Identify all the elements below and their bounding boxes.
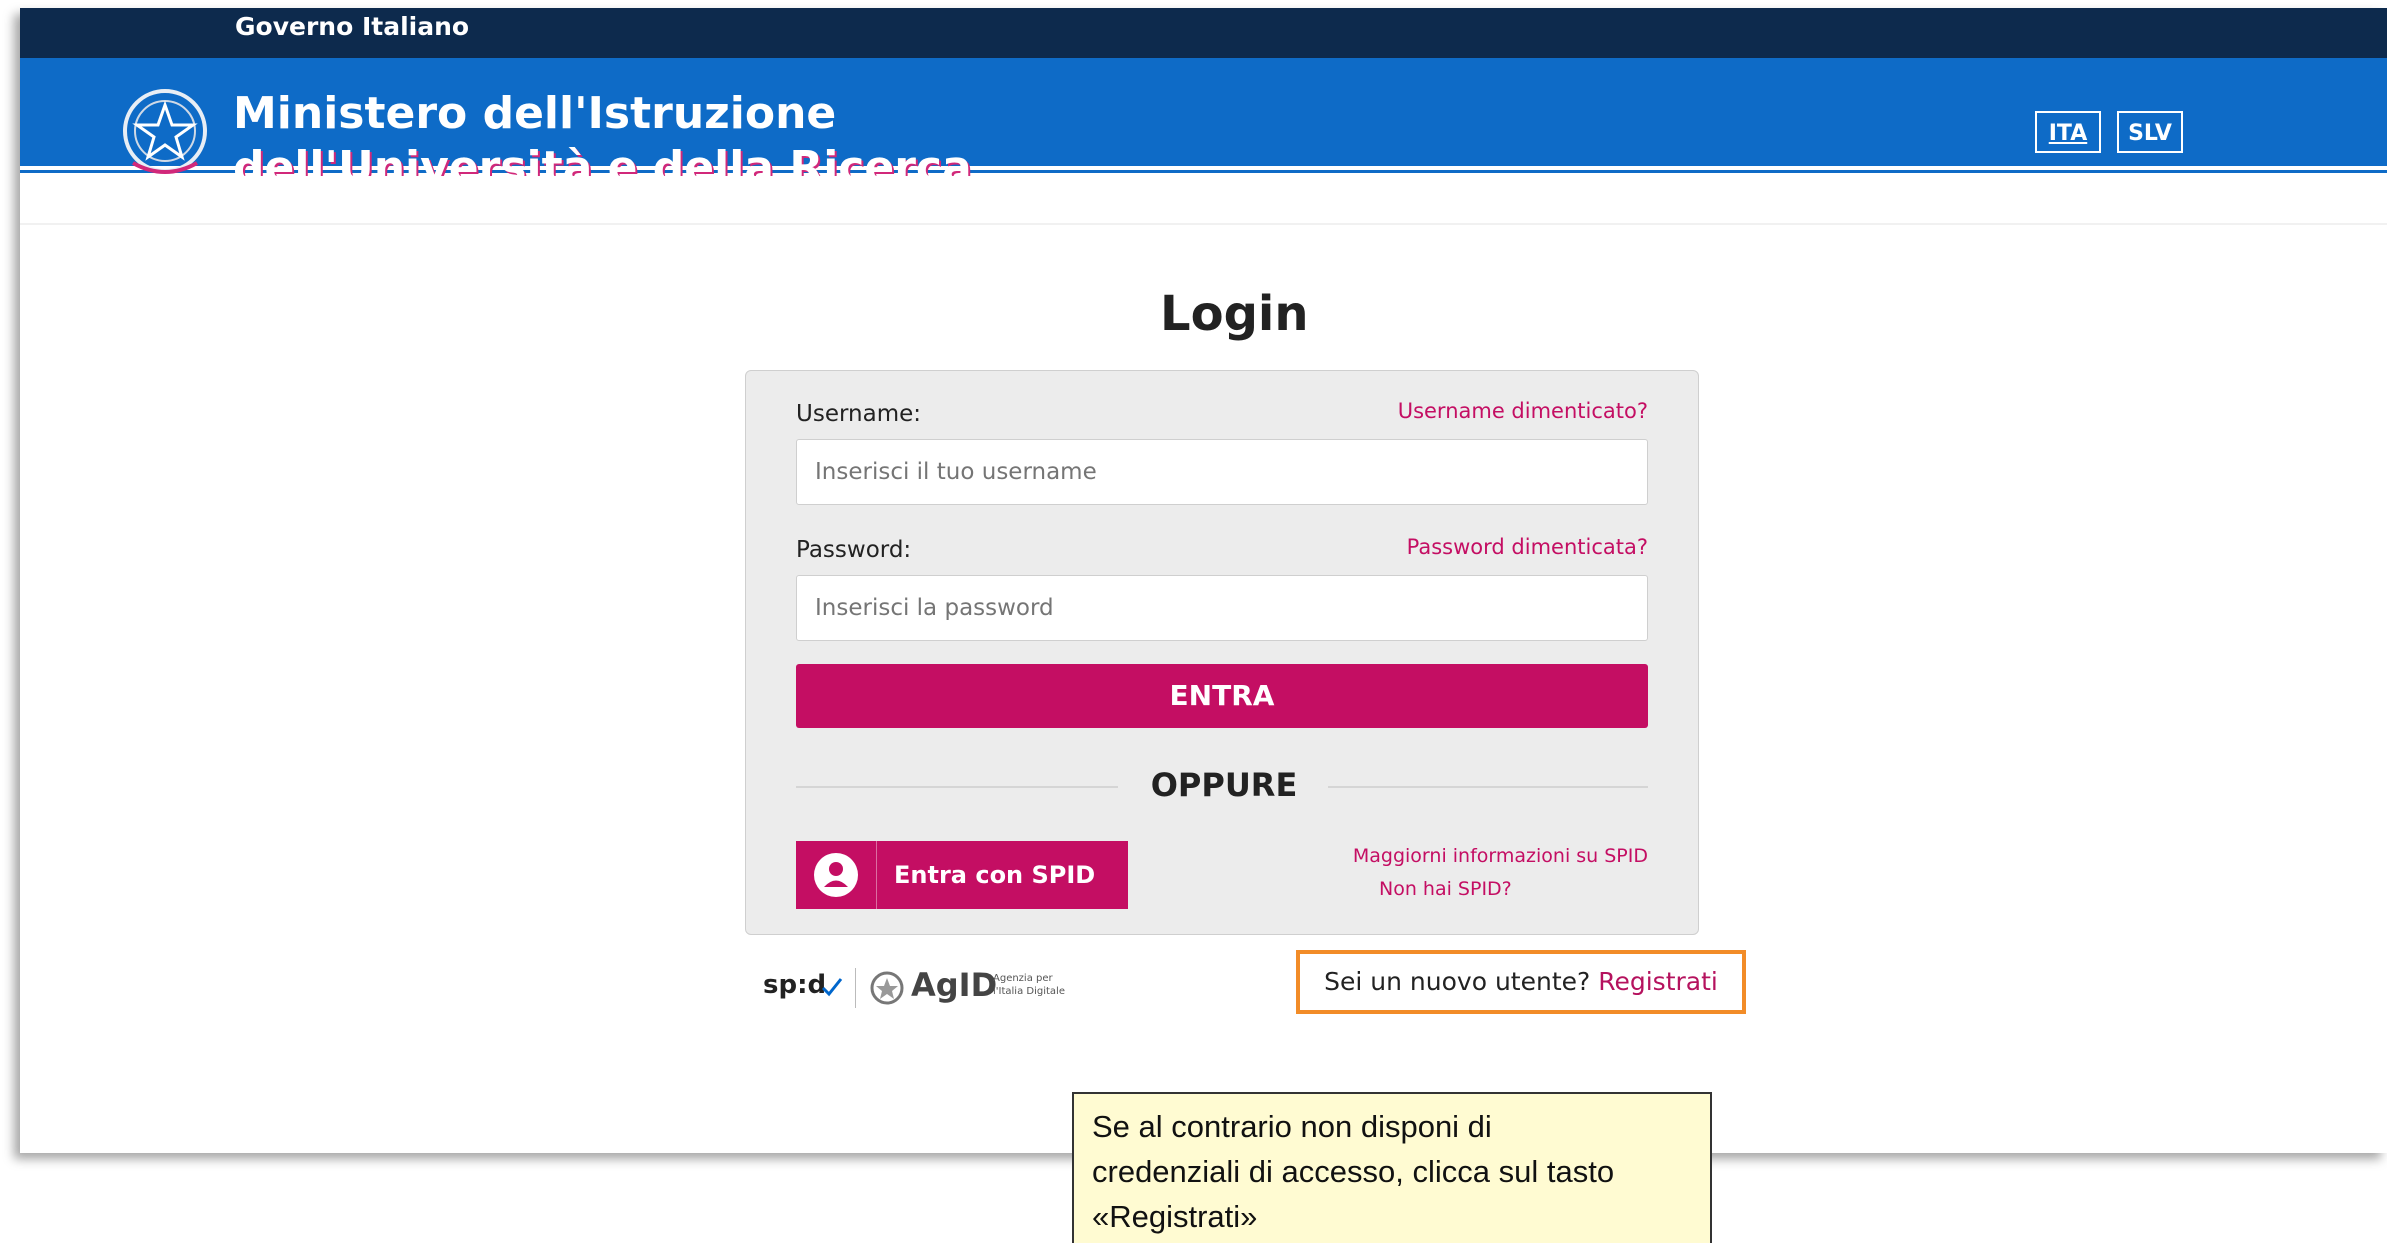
government-label[interactable]: Governo Italiano — [235, 12, 469, 41]
instruction-tooltip: Se al contrario non disponi di credenzia… — [1072, 1092, 1712, 1243]
language-ita-button[interactable]: ITA — [2035, 111, 2101, 153]
or-divider-left — [796, 786, 1118, 788]
register-link[interactable]: Registrati — [1598, 967, 1718, 996]
password-forgot-link[interactable]: Password dimenticata? — [1407, 535, 1648, 559]
user-icon — [814, 853, 858, 897]
header-bottom-border — [20, 223, 2387, 225]
page-title: Login — [1160, 286, 1309, 342]
government-bar: Governo Italiano — [20, 8, 2387, 58]
logo-divider — [855, 968, 856, 1008]
ministry-title[interactable]: Ministero dell'Istruzione — [233, 88, 836, 139]
username-forgot-link[interactable]: Username dimenticato? — [1398, 399, 1648, 423]
spid-login-button[interactable]: Entra con SPID — [796, 841, 1128, 909]
or-separator-label: OPPURE — [1150, 766, 1298, 804]
spid-logo: sp:d — [763, 970, 827, 1000]
register-prompt: Sei un nuovo utente? — [1324, 967, 1591, 996]
username-label: Username: — [796, 401, 921, 427]
agid-logo: AgID — [911, 966, 998, 1004]
spid-check-icon — [821, 978, 843, 997]
tooltip-line-2: credenziali di accesso, clicca sul tasto — [1092, 1154, 1615, 1189]
spid-icon-container — [796, 841, 877, 909]
no-spid-link[interactable]: Non hai SPID? — [1379, 878, 1512, 900]
login-panel: Username: Username dimenticato? Password… — [745, 370, 1699, 935]
username-input[interactable] — [796, 439, 1648, 505]
password-input[interactable] — [796, 575, 1648, 641]
language-slv-button[interactable]: SLV — [2117, 111, 2183, 153]
or-divider-right — [1328, 786, 1648, 788]
agid-subtitle-2: l'Italia Digitale — [993, 986, 1065, 997]
register-callout: Sei un nuovo utente? Registrati — [1296, 950, 1746, 1014]
republic-emblem-icon — [123, 89, 207, 174]
agid-subtitle-1: Agenzia per — [993, 973, 1053, 984]
spid-info-link[interactable]: Maggiorni informazioni su SPID — [1353, 845, 1648, 867]
tooltip-line-1: Se al contrario non disponi di — [1092, 1109, 1492, 1144]
ministry-subtitle[interactable]: dell'Università e della Ricerca — [233, 142, 972, 176]
password-label: Password: — [796, 537, 912, 563]
agid-emblem-icon — [870, 971, 904, 1005]
browser-screenshot: Governo Italiano Ministero dell'Istruzio… — [20, 8, 2387, 1153]
login-submit-button[interactable]: ENTRA — [796, 664, 1648, 728]
tooltip-line-3: «Registrati» — [1092, 1199, 1258, 1234]
spid-button-label: Entra con SPID — [894, 861, 1096, 889]
